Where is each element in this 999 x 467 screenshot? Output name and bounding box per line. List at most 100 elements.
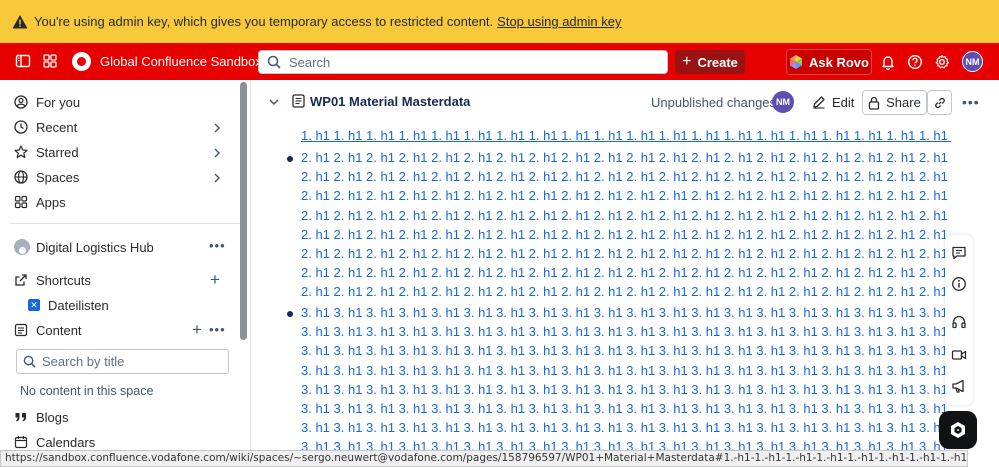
apps-icon xyxy=(14,195,28,209)
app-grid-icon xyxy=(43,54,57,68)
edit-button[interactable]: Edit xyxy=(808,90,858,114)
content-more-button[interactable]: ••• xyxy=(209,322,226,337)
pencil-icon xyxy=(813,96,825,109)
space-avatar-icon xyxy=(14,239,30,255)
right-tools-panel xyxy=(945,235,973,405)
help-button[interactable] xyxy=(903,50,927,74)
sidebar-item-label: Spaces xyxy=(36,169,80,185)
app-switcher-button[interactable] xyxy=(38,49,62,73)
sidebar-item-spaces[interactable]: Spaces xyxy=(14,166,79,188)
share-label: Share xyxy=(886,95,921,110)
page-icon xyxy=(292,94,305,108)
clock-icon xyxy=(14,120,28,134)
calendars-label: Calendars xyxy=(36,434,96,450)
sidebar-item-for-you[interactable]: For you xyxy=(14,91,80,113)
heading-link-team-uebersicht[interactable]: 1. h1 1. h1 1. h1 1. h1 1. h1 1. h1 1. h… xyxy=(301,128,951,144)
content-label: Content xyxy=(36,322,82,338)
ask-rovo-button[interactable]: Ask Rovo xyxy=(786,49,872,75)
add-content-button[interactable]: + xyxy=(192,320,202,340)
shortcut-item-dateilisten[interactable]: ✕ Dateilisten xyxy=(14,294,109,316)
shortcuts-header[interactable]: Shortcuts xyxy=(14,269,91,291)
star-icon xyxy=(14,145,28,159)
more-actions-button[interactable]: ••• xyxy=(962,94,980,110)
sidebar-item-apps[interactable]: Apps xyxy=(14,191,66,213)
vodafone-logo[interactable] xyxy=(72,52,91,71)
chevron-right-icon[interactable] xyxy=(211,172,223,184)
space-more-button[interactable]: ••• xyxy=(209,238,226,253)
chevron-down-icon[interactable] xyxy=(268,96,280,108)
chevron-right-icon[interactable] xyxy=(211,122,223,134)
copy-link-button[interactable] xyxy=(927,90,952,115)
space-header[interactable]: Digital Logistics Hub xyxy=(14,236,154,258)
gear-icon xyxy=(935,54,950,69)
sidebar-toggle-button[interactable] xyxy=(11,49,35,73)
headphones-icon[interactable] xyxy=(951,314,967,330)
content-tree-icon xyxy=(14,323,28,337)
link-icon xyxy=(934,97,945,108)
megaphone-icon[interactable] xyxy=(951,378,967,394)
add-shortcut-button[interactable]: + xyxy=(210,270,220,290)
sidebar-item-label: Recent xyxy=(36,119,78,135)
shortcut-item-label: Dateilisten xyxy=(48,297,109,313)
list-bullet xyxy=(287,156,293,162)
search-placeholder: Search xyxy=(289,54,331,70)
sidebar-item-blogs[interactable]: Blogs xyxy=(14,406,69,428)
person-icon xyxy=(14,95,28,109)
search-input[interactable]: Search xyxy=(258,50,668,74)
lock-icon xyxy=(868,96,880,110)
search-icon xyxy=(23,355,36,368)
user-avatar[interactable]: NM xyxy=(962,51,983,72)
heading-link-liste-erledigter-punkte[interactable]: 3. h1 3. h1 3. h1 3. h1 3. h1 3. h1 3. h… xyxy=(301,303,951,450)
create-label: Create xyxy=(697,54,738,70)
chevron-right-icon[interactable] xyxy=(211,147,223,159)
rovo-icon xyxy=(790,55,803,69)
content-header[interactable]: Content xyxy=(14,319,82,341)
page-header: WP01 Material Masterdata Unpublished cha… xyxy=(252,80,999,124)
plus-icon: + xyxy=(682,53,692,70)
edit-label: Edit xyxy=(832,94,855,110)
help-icon xyxy=(907,54,923,70)
sidebar-item-label: Starred xyxy=(36,144,79,160)
page-content: 1. h1 1. h1 1. h1 1. h1 1. h1 1. h1 1. h… xyxy=(252,124,952,450)
sidebar-item-label: For you xyxy=(36,94,81,110)
rovo-chat-icon xyxy=(951,422,965,438)
share-button[interactable]: Share xyxy=(862,90,927,115)
shortcuts-label: Shortcuts xyxy=(36,272,91,288)
banner-message: You're using admin key, which gives you … xyxy=(34,14,494,29)
bell-icon xyxy=(882,56,894,70)
page-title[interactable]: WP01 Material Masterdata xyxy=(310,94,470,109)
site-title[interactable]: Global Confluence Sandbox xyxy=(100,54,262,69)
sidebar-divider xyxy=(10,223,240,224)
search-icon xyxy=(267,55,281,69)
search-by-title-input[interactable]: Search by title xyxy=(16,349,229,374)
sidebar-item-calendars[interactable]: Calendars xyxy=(14,431,95,450)
sidebar-item-recent[interactable]: Recent xyxy=(14,116,77,138)
notifications-button[interactable] xyxy=(876,50,900,74)
sidebar-item-starred[interactable]: Starred xyxy=(14,141,79,163)
status-url-bar: https://sandbox.confluence.vodafone.com/… xyxy=(0,450,968,467)
heading-link-liste-offener-punkte[interactable]: 2. h1 2. h1 2. h1 2. h1 2. h1 2. h1 2. h… xyxy=(301,148,951,301)
info-icon[interactable] xyxy=(951,276,967,292)
admin-key-banner: You're using admin key, which gives you … xyxy=(0,0,999,43)
editor-avatar[interactable]: NM xyxy=(772,91,794,113)
quote-icon xyxy=(15,413,26,422)
rovo-chat-button[interactable] xyxy=(939,411,977,449)
search-by-title-placeholder: Search by title xyxy=(42,354,125,369)
stop-admin-key-link[interactable]: Stop using admin key xyxy=(497,14,621,29)
list-bullet xyxy=(287,311,293,317)
empty-content-text: No content in this space xyxy=(20,384,154,398)
calendar-icon xyxy=(14,436,28,449)
shortcut-icon xyxy=(15,274,27,286)
comment-icon[interactable] xyxy=(951,245,967,261)
sidebar-scrollbar[interactable] xyxy=(240,82,247,340)
ask-rovo-label: Ask Rovo xyxy=(809,54,869,70)
settings-button[interactable] xyxy=(930,50,954,74)
sidebar: ▲ For you Recent Starred Spaces Apps Dig… xyxy=(0,80,251,450)
top-navigation: Global Confluence Sandbox Search + Creat… xyxy=(0,43,999,80)
warning-icon xyxy=(12,14,28,28)
video-icon[interactable] xyxy=(951,347,967,363)
blogs-label: Blogs xyxy=(36,409,69,425)
unpublished-changes-status: Unpublished changes xyxy=(651,95,777,110)
create-button[interactable]: + Create xyxy=(675,50,745,74)
main-scrollbar[interactable] xyxy=(990,128,996,450)
